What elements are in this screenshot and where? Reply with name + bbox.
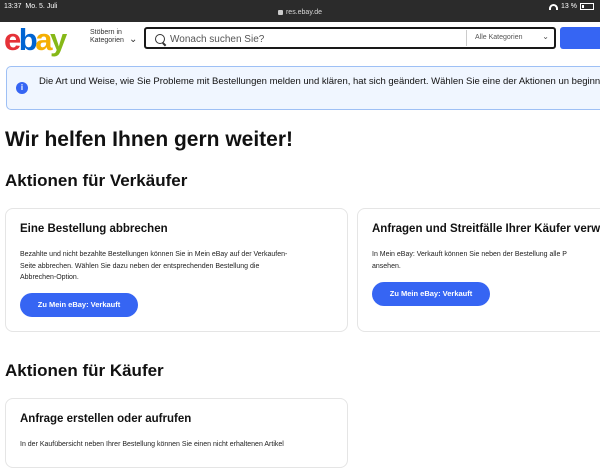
card-title: Anfragen und Streitfälle Ihrer Käufer ve… xyxy=(372,223,600,235)
search-button[interactable] xyxy=(560,27,600,49)
chevron-down-icon[interactable]: ⌄ xyxy=(129,34,137,45)
wifi-icon xyxy=(549,3,559,10)
card-body: In Mein eBay: Verkauft können Sie neben … xyxy=(372,251,567,270)
cancel-order-card: Eine Bestellung abbrechen Bezahlte und n… xyxy=(5,208,348,332)
card-body: Bezahlte und nicht bezahlte Bestellungen… xyxy=(20,251,288,281)
address-bar[interactable]: res.ebay.de xyxy=(0,9,600,16)
my-ebay-sold-button[interactable]: Zu Mein eBay: Verkauft xyxy=(372,282,490,306)
lock-icon xyxy=(277,10,283,15)
url-text: res.ebay.de xyxy=(285,9,323,16)
info-banner: i Die Art und Weise, wie Sie Probleme mi… xyxy=(6,66,600,110)
chevron-down-icon: ⌄ xyxy=(542,32,549,41)
search-icon xyxy=(155,34,165,44)
card-title: Anfrage erstellen oder aufrufen xyxy=(20,413,192,425)
category-select[interactable]: Alle Kategorien ⌄ xyxy=(466,30,555,46)
battery-percent: 13 % xyxy=(561,3,577,10)
seller-actions-heading: Aktionen für Verkäufer xyxy=(5,171,188,190)
search-bar: Alle Kategorien ⌄ xyxy=(144,27,556,49)
page-title: Wir helfen Ihnen gern weiter! xyxy=(5,128,294,151)
my-ebay-sold-button[interactable]: Zu Mein eBay: Verkauft xyxy=(20,293,138,317)
category-select-label: Alle Kategorien xyxy=(475,34,523,41)
battery-icon xyxy=(580,3,594,10)
info-icon: i xyxy=(16,82,28,94)
status-bar: 13:37 Mo. 5. Juli res.ebay.de 13 % xyxy=(0,0,600,22)
banner-text: Die Art und Weise, wie Sie Probleme mit … xyxy=(39,76,600,87)
buyer-actions-heading: Aktionen für Käufer xyxy=(5,361,164,380)
ebay-logo[interactable]: ebay xyxy=(4,24,67,55)
card-body: In der Kaufübersicht neben Ihrer Bestell… xyxy=(20,441,284,448)
create-request-card: Anfrage erstellen oder aufrufen In der K… xyxy=(5,398,348,468)
search-input[interactable] xyxy=(168,31,452,47)
requests-disputes-card: Anfragen und Streitfälle Ihrer Käufer ve… xyxy=(357,208,600,332)
card-title: Eine Bestellung abbrechen xyxy=(20,223,168,235)
status-icons: 13 % xyxy=(549,3,594,10)
shop-by-category-button[interactable]: Stöbern in Kategorien xyxy=(90,29,126,45)
site-header: ebay Stöbern in Kategorien ⌄ Alle Katego… xyxy=(0,24,600,55)
